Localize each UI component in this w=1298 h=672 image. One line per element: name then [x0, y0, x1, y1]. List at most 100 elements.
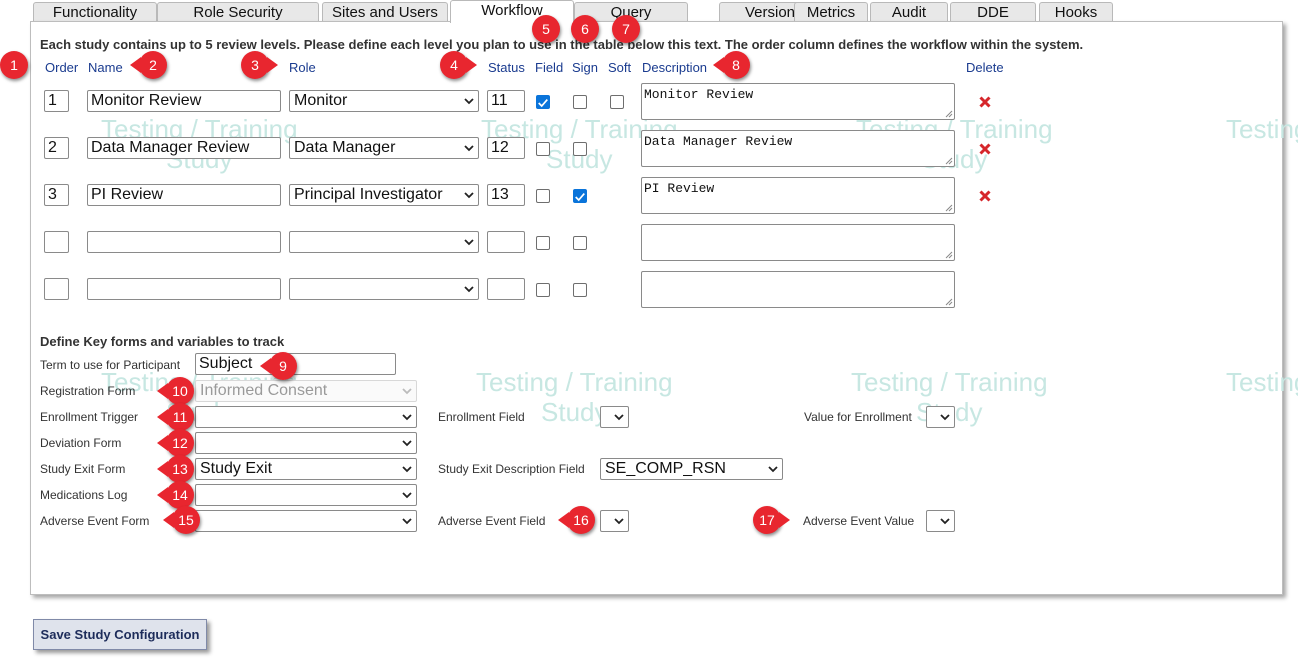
callout-badge: 7: [612, 15, 640, 43]
field-checkbox[interactable]: [536, 189, 550, 203]
study-exit-form-label: Study Exit Form: [40, 462, 126, 476]
enrollment-trigger-label: Enrollment Trigger: [40, 410, 139, 424]
description-textarea[interactable]: Monitor Review: [641, 83, 955, 120]
field-checkbox[interactable]: [536, 142, 550, 156]
order-input[interactable]: 1: [44, 90, 69, 112]
medications-log-select[interactable]: [195, 484, 417, 506]
callout-badge: 5: [532, 15, 560, 43]
chevron-down-icon: [464, 239, 474, 246]
medications-log-label: Medications Log: [40, 488, 128, 502]
role-select[interactable]: Principal Investigator: [289, 184, 479, 206]
role-select[interactable]: Data Manager: [289, 137, 479, 159]
resize-grip-icon[interactable]: [945, 110, 953, 118]
study-exit-description-field-value: SE_COMP_RSN: [605, 460, 726, 477]
name-input[interactable]: Monitor Review: [87, 90, 281, 112]
adverse-event-field-select[interactable]: [600, 510, 629, 532]
delete-icon[interactable]: [979, 143, 991, 155]
order-input[interactable]: [44, 278, 69, 300]
status-input[interactable]: 12: [487, 137, 525, 159]
study-exit-description-field-label: Study Exit Description Field: [438, 462, 585, 476]
description-textarea[interactable]: [641, 224, 955, 261]
deviation-form-select[interactable]: [195, 432, 417, 454]
study-exit-description-field-select[interactable]: SE_COMP_RSN: [600, 458, 783, 480]
order-column-header: Order: [45, 60, 79, 75]
status-input[interactable]: [487, 231, 525, 253]
registration-form-value: Informed Consent: [200, 382, 328, 399]
description-textarea[interactable]: [641, 271, 955, 308]
order-input[interactable]: 3: [44, 184, 69, 206]
delete-column-header: Delete: [966, 60, 1004, 75]
adverse-event-form-select[interactable]: [195, 510, 417, 532]
checkmark-icon: [538, 99, 548, 108]
order-input[interactable]: [44, 231, 69, 253]
name-column-header: Name: [88, 60, 123, 75]
field-column-header: Field: [535, 60, 564, 75]
watermark: Testing / Training: [1226, 114, 1298, 144]
enrollment-field-select[interactable]: [600, 406, 629, 428]
sign-checkbox[interactable]: [573, 189, 587, 203]
chevron-down-icon: [464, 286, 474, 293]
chevron-down-icon: [768, 466, 778, 473]
status-input[interactable]: [487, 278, 525, 300]
role-column-header: Role: [289, 60, 316, 75]
callout-badge: 1: [0, 51, 28, 79]
resize-grip-icon[interactable]: [945, 157, 953, 165]
role-select[interactable]: [289, 278, 479, 300]
study-exit-form-value: Study Exit: [200, 460, 273, 477]
sign-checkbox[interactable]: [573, 142, 587, 156]
save-study-configuration-button[interactable]: Save Study Configuration: [33, 619, 207, 650]
chevron-down-icon: [614, 518, 624, 525]
callout-badge: 3: [241, 51, 278, 79]
role-select[interactable]: Monitor: [289, 90, 479, 112]
callout-badge: 16: [558, 506, 595, 534]
resize-grip-icon[interactable]: [945, 298, 953, 306]
name-input[interactable]: [87, 231, 281, 253]
study-exit-form-select[interactable]: Study Exit: [195, 458, 417, 480]
name-input[interactable]: Data Manager Review: [87, 137, 281, 159]
name-input[interactable]: PI Review: [87, 184, 281, 206]
adverse-event-value-select[interactable]: [926, 510, 955, 532]
sign-checkbox[interactable]: [573, 236, 587, 250]
checkmark-icon: [575, 193, 585, 202]
chevron-down-icon: [940, 518, 950, 525]
callout-badge: 9: [260, 352, 297, 380]
name-input[interactable]: [87, 278, 281, 300]
callout-badge: 8: [713, 51, 750, 79]
soft-checkbox[interactable]: [610, 95, 624, 109]
role-value: Monitor: [294, 92, 348, 109]
sign-checkbox[interactable]: [573, 95, 587, 109]
delete-icon[interactable]: [979, 96, 991, 108]
callout-badge: 2: [130, 51, 167, 79]
description-textarea[interactable]: PI Review: [641, 177, 955, 214]
delete-icon[interactable]: [979, 190, 991, 202]
registration-form-label: Registration Form: [40, 384, 136, 398]
tab-role-security[interactable]: Role Security: [157, 2, 319, 22]
order-input[interactable]: 2: [44, 137, 69, 159]
sign-checkbox[interactable]: [573, 283, 587, 297]
value-for-enrollment-select[interactable]: [926, 406, 955, 428]
field-checkbox[interactable]: [536, 95, 550, 109]
field-checkbox[interactable]: [536, 236, 550, 250]
status-input[interactable]: 13: [487, 184, 525, 206]
enrollment-trigger-select[interactable]: [195, 406, 417, 428]
tab-dde[interactable]: DDE: [950, 2, 1036, 22]
status-input[interactable]: 11: [487, 90, 525, 112]
tab-hooks[interactable]: Hooks: [1039, 2, 1113, 22]
chevron-down-icon: [464, 98, 474, 105]
tab-audit[interactable]: Audit: [870, 2, 948, 22]
tab-sites-and-users[interactable]: Sites and Users: [322, 2, 448, 22]
resize-grip-icon[interactable]: [945, 204, 953, 212]
tab-functionality[interactable]: Functionality: [33, 2, 157, 22]
resize-grip-icon[interactable]: [945, 251, 953, 259]
chevron-down-icon: [402, 518, 412, 525]
status-column-header: Status: [488, 60, 525, 75]
callout-badge: 15: [163, 506, 200, 534]
adverse-event-value-label: Adverse Event Value: [803, 514, 915, 528]
field-checkbox[interactable]: [536, 283, 550, 297]
tab-metrics[interactable]: Metrics: [794, 2, 868, 22]
adverse-event-form-label: Adverse Event Form: [40, 514, 150, 528]
callout-badge: 6: [571, 15, 599, 43]
description-textarea[interactable]: Data Manager Review: [641, 130, 955, 167]
role-select[interactable]: [289, 231, 479, 253]
callout-badge: 4: [440, 51, 477, 79]
